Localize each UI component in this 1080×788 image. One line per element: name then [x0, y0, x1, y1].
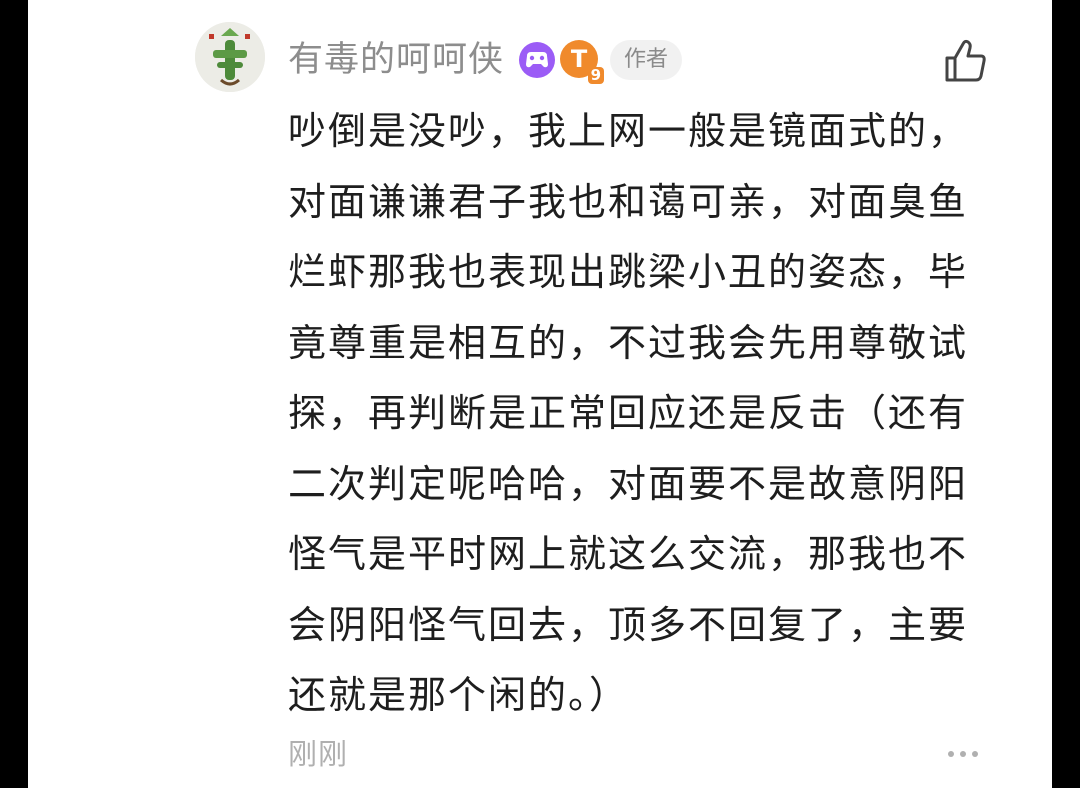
comment-text: 吵倒是没吵，我上网一般是镜面式的， 对面谦谦君子我也和蔼可亲，对面臭鱼 烂虾那我…: [288, 109, 969, 717]
thumbs-up-icon: [945, 39, 986, 82]
comment-header: 有毒的呵呵侠 T 9 作者: [288, 36, 683, 84]
more-dots-icon: [948, 751, 978, 757]
username[interactable]: 有毒的呵呵侠: [288, 36, 504, 84]
more-options-button[interactable]: [943, 742, 983, 766]
author-tag: 作者: [610, 40, 683, 80]
level-badge-number: 9: [587, 67, 605, 84]
comment-card: 有毒的呵呵侠 T 9 作者 吵倒是没吵，我上网一般是镜面式的， 对面谦谦君子我也…: [28, 0, 1052, 788]
game-controller-icon[interactable]: [518, 41, 556, 79]
comment-timestamp: 刚刚: [288, 737, 349, 771]
like-button[interactable]: [940, 36, 990, 86]
user-avatar[interactable]: [195, 22, 265, 92]
level-badge[interactable]: T 9: [560, 40, 605, 84]
cactus-avatar-icon: [195, 22, 265, 92]
